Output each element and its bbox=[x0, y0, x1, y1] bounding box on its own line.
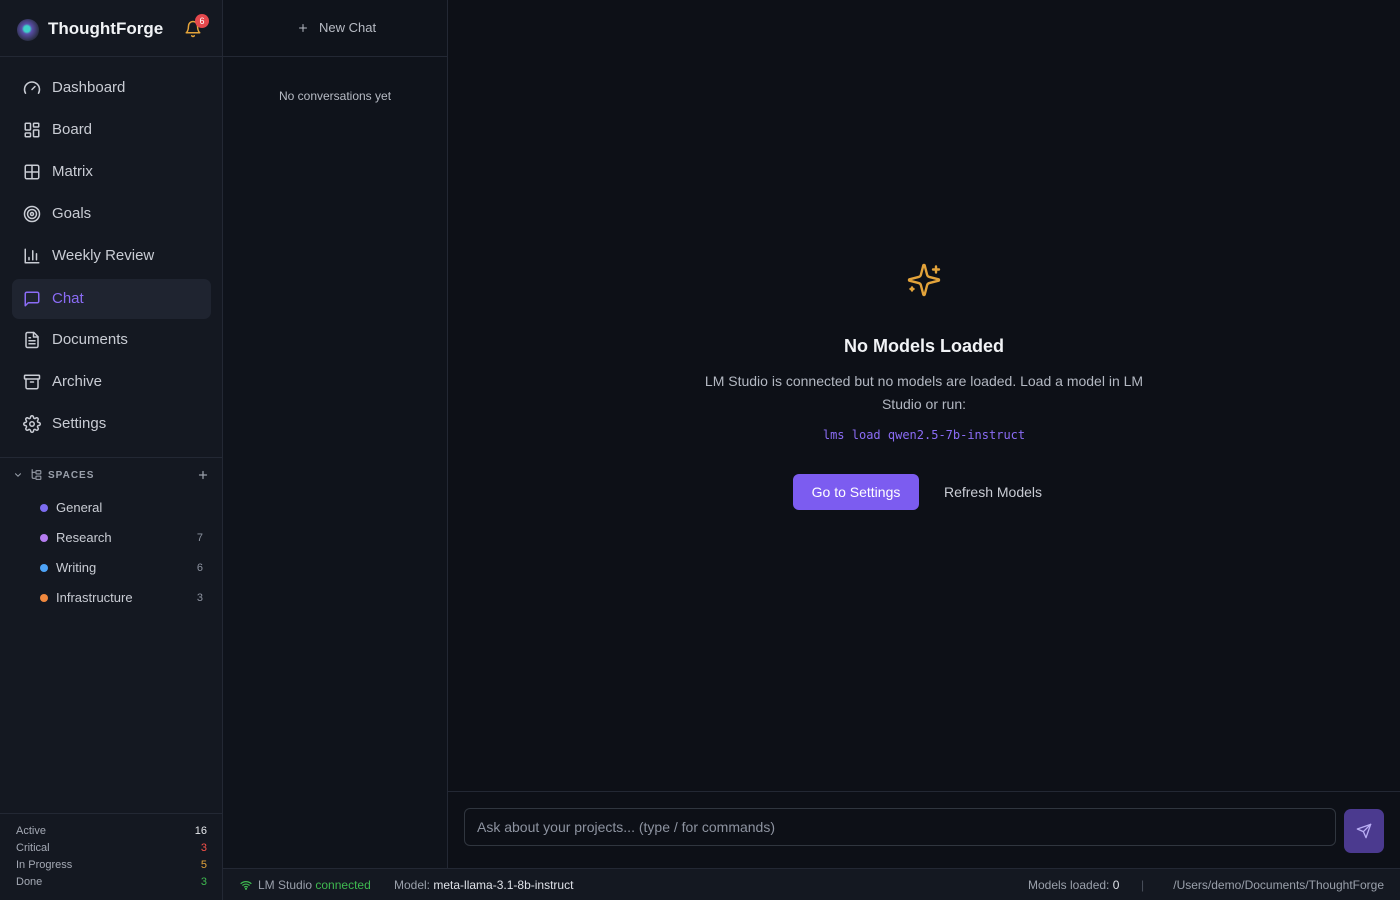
grid-icon bbox=[24, 164, 40, 180]
space-label: Writing bbox=[56, 560, 97, 575]
lm-studio-status: LM Studio connected bbox=[258, 878, 371, 892]
nav-item-weekly-review[interactable]: Weekly Review bbox=[12, 236, 211, 276]
space-label: General bbox=[56, 500, 103, 515]
space-count: 3 bbox=[196, 592, 203, 604]
space-color-dot bbox=[40, 564, 48, 572]
space-label: Research bbox=[56, 530, 112, 545]
add-space-icon[interactable] bbox=[197, 469, 209, 481]
chevron-down-icon[interactable] bbox=[13, 470, 23, 480]
app-logo-icon bbox=[17, 19, 39, 41]
nav-item-settings[interactable]: Settings bbox=[12, 404, 211, 444]
space-item-general[interactable]: General bbox=[30, 495, 210, 521]
load-command: lms load qwen2.5-7b-instruct bbox=[822, 428, 1026, 442]
space-color-dot bbox=[40, 504, 48, 512]
nav-item-goals[interactable]: Goals bbox=[12, 194, 211, 234]
board-icon bbox=[24, 122, 40, 138]
go-to-settings-button[interactable]: Go to Settings bbox=[793, 474, 919, 510]
sparkles-icon bbox=[907, 263, 941, 297]
nav-label: Archive bbox=[52, 373, 103, 390]
notification-badge: 6 bbox=[195, 14, 209, 28]
stat-label: Critical bbox=[16, 842, 50, 854]
chat-input[interactable] bbox=[464, 808, 1336, 846]
document-icon bbox=[25, 331, 39, 349]
space-item-infrastructure[interactable]: Infrastructure 3 bbox=[30, 585, 210, 611]
stat-label: Active bbox=[16, 825, 46, 837]
nav-item-dashboard[interactable]: Dashboard bbox=[12, 68, 211, 108]
stat-value: 3 bbox=[200, 842, 207, 854]
models-loaded-status: Models loaded: 0 bbox=[1028, 878, 1119, 892]
brand-header: ThoughtForge 6 bbox=[0, 0, 223, 57]
empty-state-description: LM Studio is connected but no models are… bbox=[704, 373, 1144, 412]
empty-conversations-text: No conversations yet bbox=[278, 89, 392, 103]
stat-label: In Progress bbox=[16, 859, 73, 871]
stat-label: Done bbox=[16, 876, 43, 888]
status-bar: LM Studio connected Model: meta-llama-3.… bbox=[223, 868, 1400, 900]
space-color-dot bbox=[40, 594, 48, 602]
status-divider: | bbox=[1141, 878, 1145, 892]
nav-item-matrix[interactable]: Matrix bbox=[12, 152, 211, 192]
composer bbox=[448, 791, 1400, 868]
new-chat-label: New Chat bbox=[319, 20, 377, 35]
model-label: Model: bbox=[394, 878, 431, 892]
nav-label: Goals bbox=[52, 205, 92, 222]
stats-panel: Active 16 Critical 3 In Progress 5 Done … bbox=[0, 813, 223, 900]
nav-label: Documents bbox=[52, 331, 128, 348]
new-chat-button[interactable]: New Chat bbox=[223, 0, 447, 57]
message-icon bbox=[24, 291, 40, 307]
wifi-icon bbox=[240, 881, 252, 890]
spaces-header: SPACES bbox=[0, 464, 223, 488]
nav-label: Weekly Review bbox=[52, 247, 155, 264]
stat-in-progress: In Progress 5 bbox=[16, 859, 207, 873]
stat-value: 5 bbox=[200, 859, 207, 871]
models-loaded-value: 0 bbox=[1112, 878, 1120, 892]
gauge-icon bbox=[23, 81, 41, 94]
connection-status: connected bbox=[315, 878, 371, 892]
empty-state-title: No Models Loaded bbox=[843, 336, 1004, 356]
stat-value: 16 bbox=[194, 825, 207, 837]
spaces-title: SPACES bbox=[48, 470, 95, 481]
space-item-research[interactable]: Research 7 bbox=[30, 525, 210, 551]
space-count: 6 bbox=[196, 562, 203, 574]
send-button[interactable] bbox=[1344, 809, 1384, 853]
model-value: meta-llama-3.1-8b-instruct bbox=[433, 878, 574, 892]
nav-label: Dashboard bbox=[52, 79, 126, 96]
nav-label: Chat bbox=[52, 290, 84, 307]
sidebar: ThoughtForge 6 Dashboard Board Matrix Go… bbox=[0, 0, 223, 900]
lm-studio-label: LM Studio bbox=[258, 878, 313, 892]
nav-item-archive[interactable]: Archive bbox=[12, 362, 211, 402]
app-name: ThoughtForge bbox=[48, 19, 164, 38]
models-loaded-label: Models loaded: bbox=[1028, 878, 1110, 892]
target-icon bbox=[23, 205, 41, 223]
gear-icon bbox=[23, 415, 41, 433]
nav-label: Settings bbox=[52, 415, 107, 432]
stat-critical: Critical 3 bbox=[16, 842, 207, 856]
plus-icon bbox=[299, 24, 307, 32]
send-icon bbox=[1356, 823, 1372, 839]
nav-item-board[interactable]: Board bbox=[12, 110, 211, 150]
workspace-path: /Users/demo/Documents/ThoughtForge bbox=[1173, 878, 1384, 892]
nav-label: Matrix bbox=[52, 163, 93, 180]
model-status: Model: meta-llama-3.1-8b-instruct bbox=[394, 878, 573, 892]
space-count: 7 bbox=[196, 532, 203, 544]
stat-active: Active 16 bbox=[16, 825, 207, 839]
stat-done: Done 3 bbox=[16, 876, 207, 890]
stat-value: 3 bbox=[200, 876, 207, 888]
chat-main: No Models Loaded LM Studio is connected … bbox=[448, 0, 1400, 868]
nav-label: Board bbox=[52, 121, 93, 138]
space-item-writing[interactable]: Writing 6 bbox=[30, 555, 210, 581]
nav-item-chat[interactable]: Chat bbox=[12, 279, 211, 319]
sidebar-divider bbox=[0, 457, 223, 458]
space-label: Infrastructure bbox=[56, 590, 133, 605]
archive-icon bbox=[23, 374, 41, 390]
folder-tree-icon bbox=[31, 469, 42, 480]
nav-item-documents[interactable]: Documents bbox=[12, 320, 211, 360]
bar-chart-icon bbox=[24, 248, 40, 264]
refresh-models-button[interactable]: Refresh Models bbox=[929, 474, 1057, 510]
space-color-dot bbox=[40, 534, 48, 542]
conversation-list: New Chat No conversations yet bbox=[223, 0, 448, 868]
